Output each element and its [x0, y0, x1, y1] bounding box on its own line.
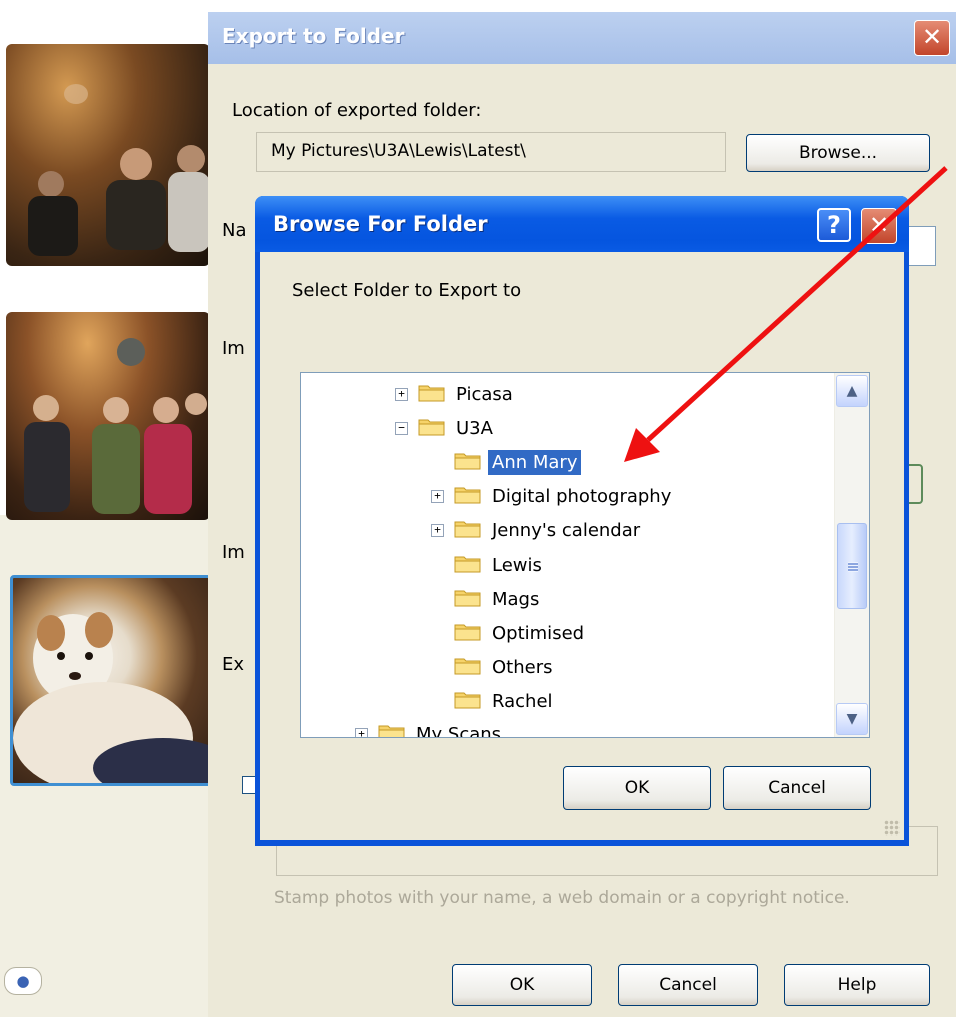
folder-tree-item[interactable]: + Jenny's calendar: [431, 516, 644, 546]
person-icon: ●: [16, 972, 30, 990]
export-titlebar: Export to Folder ✕: [208, 12, 956, 64]
folder-tree[interactable]: + Picasa − U3A Ann Mary + Digital photography +…: [300, 372, 870, 738]
export-option-label: Ex: [222, 654, 245, 675]
collapse-icon[interactable]: −: [395, 421, 408, 435]
close-icon[interactable]: ✕: [914, 20, 950, 56]
location-field: My Pictures\U3A\Lewis\Latest\: [256, 132, 726, 172]
help-icon[interactable]: ?: [817, 208, 851, 242]
folder-tree-item[interactable]: Ann Mary: [431, 447, 582, 477]
folder-icon: [454, 518, 488, 543]
folder-icon: [454, 655, 488, 680]
photo-thumbnail[interactable]: [6, 312, 210, 520]
folder-tree-item[interactable]: + Digital photography: [431, 482, 675, 512]
expand-icon[interactable]: +: [395, 387, 408, 401]
folder-tree-item[interactable]: Optimised: [431, 618, 588, 648]
folder-label: Ann Mary: [488, 449, 582, 475]
folder-tree-item[interactable]: Mags: [431, 584, 543, 614]
folder-icon: [454, 587, 488, 612]
folder-label: Mags: [492, 588, 540, 610]
image-size-label: Im: [222, 338, 245, 359]
browse-dialog-title: Browse For Folder: [273, 212, 488, 236]
browse-titlebar: Browse For Folder ? ✕: [255, 196, 909, 252]
folder-label: Others: [492, 657, 553, 679]
folder-icon: [454, 621, 488, 646]
folder-icon: [454, 553, 488, 578]
resize-grip[interactable]: [884, 820, 900, 836]
expand-icon[interactable]: +: [431, 490, 444, 504]
folder-label: Lewis: [492, 554, 542, 576]
folder-icon: [454, 484, 488, 509]
scroll-up-icon[interactable]: ▲: [836, 375, 868, 407]
folder-tree-item[interactable]: Lewis: [431, 550, 546, 580]
folder-label: My Scans: [416, 723, 502, 738]
export-help-button[interactable]: Help: [784, 964, 930, 1006]
browse-cancel-button[interactable]: Cancel: [723, 766, 871, 810]
browse-prompt: Select Folder to Export to: [292, 280, 522, 301]
close-icon[interactable]: ✕: [861, 208, 897, 244]
folder-icon: [454, 450, 488, 475]
expand-icon[interactable]: +: [431, 524, 444, 538]
tree-scrollbar[interactable]: ▲ ▼: [834, 373, 869, 737]
expand-icon[interactable]: +: [355, 727, 368, 737]
photo-strip: ●: [0, 0, 214, 1017]
people-button[interactable]: ●: [4, 967, 42, 995]
folder-icon: [418, 416, 452, 441]
name-label: Na: [222, 220, 247, 241]
scroll-down-icon[interactable]: ▼: [836, 703, 868, 735]
folder-icon: [418, 382, 452, 407]
folder-icon: [378, 722, 412, 737]
folder-label: Rachel: [492, 691, 553, 713]
folder-label: U3A: [456, 417, 493, 439]
scroll-thumb[interactable]: [837, 523, 867, 609]
folder-label: Digital photography: [492, 486, 672, 508]
watermark-hint: Stamp photos with your name, a web domai…: [274, 888, 850, 908]
folder-tree-item[interactable]: Others: [431, 653, 557, 683]
export-cancel-button[interactable]: Cancel: [618, 964, 758, 1006]
browse-button[interactable]: Browse...: [746, 134, 930, 172]
photo-thumbnail[interactable]: [6, 44, 210, 266]
photo-thumbnail-selected[interactable]: [10, 575, 214, 786]
browse-dialog: Browse For Folder ? ✕ Select Folder to E…: [255, 196, 909, 846]
folder-tree-item[interactable]: + My Scans: [355, 719, 505, 738]
image-quality-label: Im: [222, 542, 245, 563]
folder-label: Jenny's calendar: [492, 520, 641, 542]
location-label: Location of exported folder:: [232, 100, 482, 121]
folder-tree-item[interactable]: − U3A: [395, 413, 497, 443]
folder-label: Optimised: [492, 622, 585, 644]
export-ok-button[interactable]: OK: [452, 964, 592, 1006]
folder-tree-item[interactable]: Rachel: [431, 687, 557, 717]
browse-ok-button[interactable]: OK: [563, 766, 711, 810]
export-dialog-title: Export to Folder: [222, 24, 405, 48]
folder-tree-item[interactable]: + Picasa: [395, 379, 517, 409]
folder-icon: [454, 689, 488, 714]
folder-label: Picasa: [456, 383, 513, 405]
browse-body: Select Folder to Export to + Picasa − U3A An…: [260, 252, 904, 840]
